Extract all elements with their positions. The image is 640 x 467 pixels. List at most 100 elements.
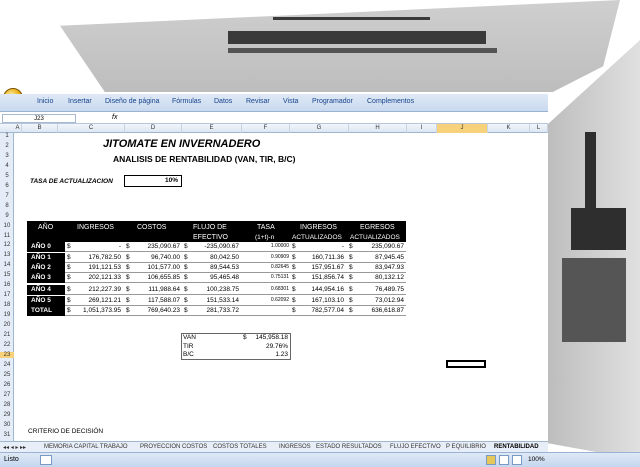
page-layout-icon[interactable] xyxy=(499,455,509,465)
row-header-30[interactable]: 30 xyxy=(0,422,14,428)
table-cell[interactable]: 157,951.67 xyxy=(295,264,344,271)
row-header-28[interactable]: 28 xyxy=(0,402,14,408)
sheet-tab-4[interactable]: ESTADO RESULTADOS xyxy=(316,444,382,450)
column-header-l[interactable]: L xyxy=(530,124,548,133)
table-cell[interactable]: 636,618.87 xyxy=(352,307,404,314)
table-cell[interactable]: 100,238.75 xyxy=(187,286,239,293)
fx-icon[interactable]: fx xyxy=(112,114,117,121)
row-label[interactable]: AÑO 1 xyxy=(31,254,51,261)
page-break-icon[interactable] xyxy=(512,455,522,465)
table-cell[interactable]: 167,103.10 xyxy=(295,297,344,304)
table-cell[interactable]: 95,465.48 xyxy=(187,274,239,281)
tab-revisar[interactable]: Revisar xyxy=(246,98,270,105)
table-cell[interactable]: 176,782.50 xyxy=(70,254,121,261)
row-header-19[interactable]: 19 xyxy=(0,312,14,318)
table-cell[interactable]: 0.82645 xyxy=(243,264,289,270)
tab-formulas[interactable]: Fórmulas xyxy=(172,98,201,105)
table-cell[interactable]: 212,227.39 xyxy=(70,286,121,293)
table-cell[interactable]: 83,947.93 xyxy=(352,264,404,271)
column-header-f[interactable]: F xyxy=(242,124,290,133)
column-header-c[interactable]: C xyxy=(58,124,125,133)
sheet-tab-7[interactable]: RENTABILIDAD xyxy=(494,444,539,450)
row-header-21[interactable]: 21 xyxy=(0,332,14,338)
row-header-11[interactable]: 11 xyxy=(0,233,14,239)
row-header-27[interactable]: 27 xyxy=(0,392,14,398)
row-header-13[interactable]: 13 xyxy=(0,252,14,258)
row-header-29[interactable]: 29 xyxy=(0,412,14,418)
name-box[interactable]: J23 xyxy=(2,114,76,123)
table-cell[interactable]: 0.62092 xyxy=(243,297,289,303)
row-header-2[interactable]: 2 xyxy=(0,143,14,149)
table-cell[interactable]: 0.75131 xyxy=(243,274,289,280)
column-header-j[interactable]: J xyxy=(437,124,488,133)
row-header-5[interactable]: 5 xyxy=(0,173,14,179)
tab-programador[interactable]: Programador xyxy=(312,98,353,105)
row-header-6[interactable]: 6 xyxy=(0,183,14,189)
tab-diseno[interactable]: Diseño de página xyxy=(105,98,160,105)
column-header-h[interactable]: H xyxy=(349,124,407,133)
row-label[interactable]: TOTAL xyxy=(31,307,52,314)
row-header-26[interactable]: 26 xyxy=(0,382,14,388)
row-header-8[interactable]: 8 xyxy=(0,203,14,209)
sheet-tab-5[interactable]: FLUJO EFECTIVO xyxy=(390,444,441,450)
row-label[interactable]: AÑO 2 xyxy=(31,264,51,271)
sheet-tab-0[interactable]: MEMORIA CAPITAL TRABAJO xyxy=(44,444,128,450)
tab-inicio[interactable]: Inicio xyxy=(37,98,53,105)
sheet-tab-1[interactable]: PROYECCION COSTOS xyxy=(140,444,207,450)
row-header-10[interactable]: 10 xyxy=(0,223,14,229)
row-label[interactable]: AÑO 0 xyxy=(31,243,51,250)
table-cell[interactable]: 96,740.00 xyxy=(129,254,180,261)
tab-insertar[interactable]: Insertar xyxy=(68,98,92,105)
column-header-g[interactable]: G xyxy=(290,124,349,133)
table-cell[interactable]: 111,988.64 xyxy=(129,286,180,293)
table-cell[interactable]: 235,090.67 xyxy=(129,243,180,250)
column-header-e[interactable]: E xyxy=(182,124,242,133)
table-cell[interactable]: 151,533.14 xyxy=(187,297,239,304)
table-cell[interactable]: 117,588.07 xyxy=(129,297,180,304)
table-cell[interactable]: 73,012.94 xyxy=(352,297,404,304)
row-header-25[interactable]: 25 xyxy=(0,372,14,378)
table-cell[interactable]: 0.90909 xyxy=(243,254,289,260)
table-cell[interactable]: 269,121.21 xyxy=(70,297,121,304)
table-cell[interactable]: - xyxy=(295,243,344,250)
row-header-31[interactable]: 31 xyxy=(0,432,14,438)
row-header-7[interactable]: 7 xyxy=(0,193,14,199)
column-header-b[interactable]: B xyxy=(22,124,58,133)
table-cell[interactable]: 202,121.33 xyxy=(70,274,121,281)
table-cell[interactable]: -235,090.67 xyxy=(187,243,239,250)
table-cell[interactable]: 87,945.45 xyxy=(352,254,404,261)
table-cell[interactable]: 191,121.53 xyxy=(70,264,121,271)
row-header-20[interactable]: 20 xyxy=(0,322,14,328)
table-cell[interactable]: 1,051,373.95 xyxy=(70,307,121,314)
sheet-tab-6[interactable]: P EQUILIBRIO xyxy=(446,444,486,450)
row-label[interactable]: AÑO 5 xyxy=(31,297,51,304)
column-header-d[interactable]: D xyxy=(125,124,182,133)
table-cell[interactable]: 101,577.00 xyxy=(129,264,180,271)
table-cell[interactable]: 281,733.72 xyxy=(187,307,239,314)
table-cell[interactable]: 151,856.74 xyxy=(295,274,344,281)
table-cell[interactable]: 76,489.75 xyxy=(352,286,404,293)
macro-icon[interactable] xyxy=(40,455,52,465)
normal-view-icon[interactable] xyxy=(486,455,496,465)
table-cell[interactable]: 144,954.16 xyxy=(295,286,344,293)
table-cell[interactable]: 1.00000 xyxy=(243,243,289,249)
table-cell[interactable]: 80,042.50 xyxy=(187,254,239,261)
column-header-i[interactable]: I xyxy=(407,124,437,133)
row-label[interactable]: AÑO 3 xyxy=(31,274,51,281)
tab-datos[interactable]: Datos xyxy=(214,98,232,105)
active-cell[interactable] xyxy=(446,360,486,368)
row-header-15[interactable]: 15 xyxy=(0,272,14,278)
table-cell[interactable]: 160,711.36 xyxy=(295,254,344,261)
row-label[interactable]: AÑO 4 xyxy=(31,286,51,293)
column-header-k[interactable]: K xyxy=(488,124,530,133)
sheet-tab-2[interactable]: COSTOS TOTALES xyxy=(213,444,267,450)
table-cell[interactable]: 80,132.12 xyxy=(352,274,404,281)
table-cell[interactable]: - xyxy=(70,243,121,250)
row-header-24[interactable]: 24 xyxy=(0,362,14,368)
tab-complementos[interactable]: Complementos xyxy=(367,98,414,105)
table-cell[interactable]: 782,577.04 xyxy=(295,307,344,314)
table-cell[interactable]: 0.68301 xyxy=(243,286,289,292)
row-header-12[interactable]: 12 xyxy=(0,242,14,248)
row-header-1[interactable]: 1 xyxy=(0,133,14,139)
row-header-22[interactable]: 22 xyxy=(0,342,14,348)
